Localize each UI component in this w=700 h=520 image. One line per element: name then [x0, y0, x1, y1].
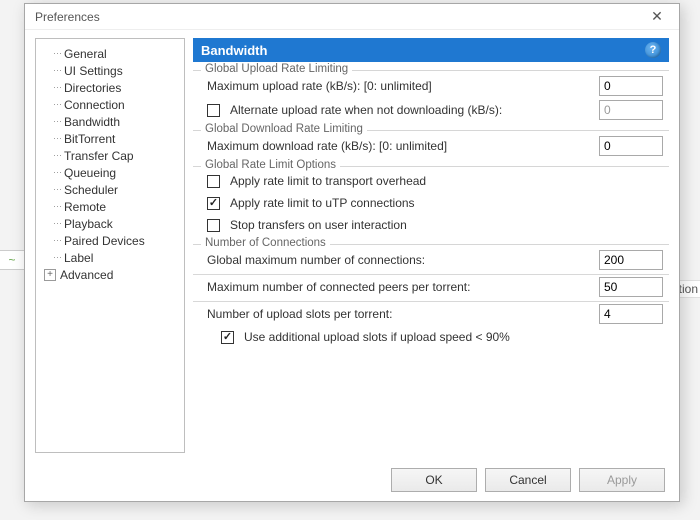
settings-panel: Bandwidth ? Global Upload Rate Limiting …: [193, 38, 669, 453]
tree-item-directories[interactable]: ⋯Directories: [40, 79, 180, 96]
panel-title: Bandwidth: [201, 43, 267, 58]
group-legend: Number of Connections: [201, 237, 330, 249]
max-download-rate-label: Maximum download rate (kB/s): [0: unlimi…: [207, 139, 593, 153]
tree-item-general[interactable]: ⋯General: [40, 45, 180, 62]
utp-connections-checkbox[interactable]: [207, 197, 220, 210]
button-label: Cancel: [509, 473, 546, 487]
extra-upload-slots-checkbox[interactable]: [221, 331, 234, 344]
tree-item-connection[interactable]: ⋯Connection: [40, 96, 180, 113]
global-max-connections-input[interactable]: [599, 250, 663, 270]
tree-item-label: Queueing: [64, 166, 116, 180]
window-title: Preferences: [35, 10, 100, 24]
close-icon: ✕: [651, 8, 663, 25]
tree-item-queueing[interactable]: ⋯Queueing: [40, 164, 180, 181]
titlebar: Preferences ✕: [25, 4, 679, 30]
tree-item-label: Advanced: [60, 268, 113, 282]
utp-connections-label: Apply rate limit to uTP connections: [230, 196, 663, 210]
tree-item-label: Directories: [64, 81, 121, 95]
tree-item-remote[interactable]: ⋯Remote: [40, 198, 180, 215]
button-label: Apply: [607, 473, 637, 487]
global-max-connections-label: Global maximum number of connections:: [207, 253, 593, 267]
upload-slots-per-torrent-input[interactable]: [599, 304, 663, 324]
tree-item-label: Bandwidth: [64, 115, 120, 129]
tree-item-label: Scheduler: [64, 183, 118, 197]
group-rate-limit-options: Global Rate Limit Options Apply rate lim…: [193, 166, 669, 236]
ok-button[interactable]: OK: [391, 468, 477, 492]
alt-upload-rate-checkbox[interactable]: [207, 104, 220, 117]
tree-item-label-text: Label: [64, 251, 93, 265]
group-legend: Global Upload Rate Limiting: [201, 63, 352, 75]
upload-slots-per-torrent-label: Number of upload slots per torrent:: [207, 307, 593, 321]
tree-item-label: Paired Devices: [64, 234, 145, 248]
tree-item-label: Playback: [64, 217, 113, 231]
tree-item-transfer-cap[interactable]: ⋯Transfer Cap: [40, 147, 180, 164]
max-peers-per-torrent-label: Maximum number of connected peers per to…: [207, 280, 593, 294]
group-download-rate: Global Download Rate Limiting Maximum do…: [193, 130, 669, 158]
button-label: OK: [425, 473, 442, 487]
tree-item-playback[interactable]: ⋯Playback: [40, 215, 180, 232]
tree-item-bandwidth[interactable]: ⋯Bandwidth: [40, 113, 180, 130]
close-button[interactable]: ✕: [635, 4, 679, 30]
tree-item-paired-devices[interactable]: ⋯Paired Devices: [40, 232, 180, 249]
max-download-rate-input[interactable]: [599, 136, 663, 156]
tree-item-label: Connection: [64, 98, 125, 112]
expand-icon[interactable]: +: [44, 269, 56, 281]
stop-transfers-checkbox[interactable]: [207, 219, 220, 232]
tree-item-label: General: [64, 47, 107, 61]
help-icon[interactable]: ?: [645, 42, 661, 58]
group-legend: Global Rate Limit Options: [201, 159, 340, 171]
tree-item-label: UI Settings: [64, 64, 123, 78]
dialog-footer: OK Cancel Apply: [25, 459, 679, 501]
group-connections: Number of Connections Global maximum num…: [193, 244, 669, 348]
tree-item-advanced[interactable]: + Advanced: [40, 266, 180, 283]
max-upload-rate-label: Maximum upload rate (kB/s): [0: unlimite…: [207, 79, 593, 93]
tree-item-label: Remote: [64, 200, 106, 214]
cancel-button[interactable]: Cancel: [485, 468, 571, 492]
background-graph-icon: ~: [0, 250, 24, 270]
tree-item-label[interactable]: ⋯Label: [40, 249, 180, 266]
alt-upload-rate-input: [599, 100, 663, 120]
tree-item-ui-settings[interactable]: ⋯UI Settings: [40, 62, 180, 79]
group-upload-rate: Global Upload Rate Limiting Maximum uplo…: [193, 70, 669, 122]
panel-header: Bandwidth ?: [193, 38, 669, 62]
tree-item-label: BitTorrent: [64, 132, 115, 146]
apply-button[interactable]: Apply: [579, 468, 665, 492]
category-tree[interactable]: ⋯General ⋯UI Settings ⋯Directories ⋯Conn…: [35, 38, 185, 453]
max-upload-rate-input[interactable]: [599, 76, 663, 96]
alt-upload-rate-label: Alternate upload rate when not downloadi…: [230, 103, 593, 117]
group-legend: Global Download Rate Limiting: [201, 123, 367, 135]
tree-item-scheduler[interactable]: ⋯Scheduler: [40, 181, 180, 198]
transport-overhead-checkbox[interactable]: [207, 175, 220, 188]
transport-overhead-label: Apply rate limit to transport overhead: [230, 174, 663, 188]
tree-item-bittorrent[interactable]: ⋯BitTorrent: [40, 130, 180, 147]
extra-upload-slots-label: Use additional upload slots if upload sp…: [244, 330, 663, 344]
tree-item-label: Transfer Cap: [64, 149, 134, 163]
preferences-dialog: Preferences ✕ ⋯General ⋯UI Settings ⋯Dir…: [24, 3, 680, 502]
stop-transfers-label: Stop transfers on user interaction: [230, 218, 663, 232]
max-peers-per-torrent-input[interactable]: [599, 277, 663, 297]
